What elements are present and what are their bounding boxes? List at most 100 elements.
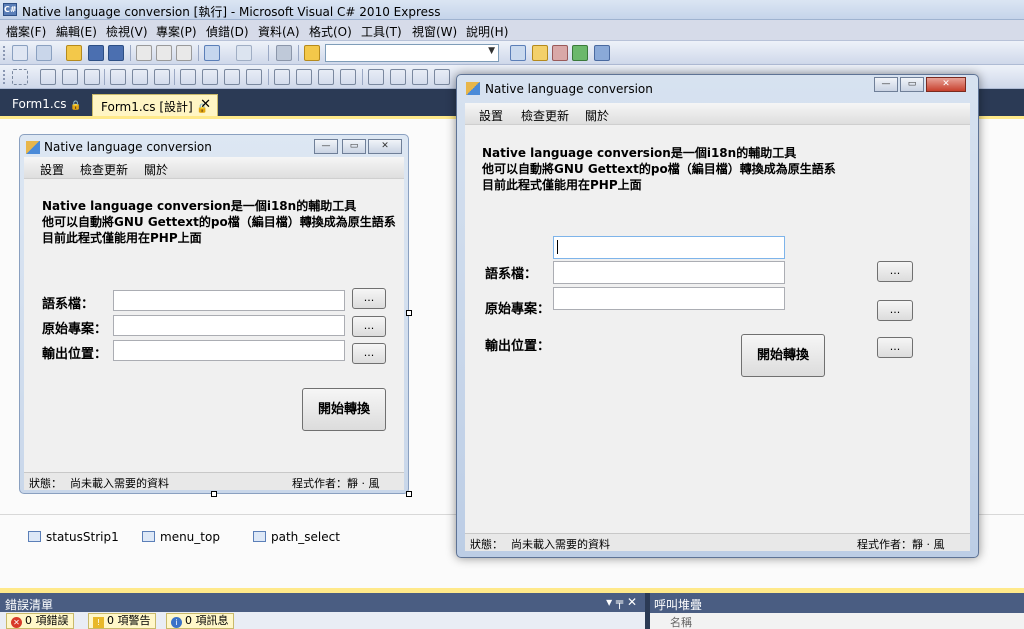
add-item-icon[interactable] bbox=[36, 45, 52, 61]
maximize-icon[interactable]: ▭ bbox=[900, 77, 924, 92]
align-tops-icon[interactable] bbox=[110, 69, 126, 85]
menu-format[interactable]: 格式(O) bbox=[309, 23, 352, 40]
solution-explorer-icon[interactable] bbox=[510, 45, 526, 61]
start-page-icon[interactable] bbox=[572, 45, 588, 61]
menu-settings[interactable]: 設置 bbox=[479, 107, 503, 124]
call-stack-title: 呼叫堆疊 bbox=[654, 598, 703, 612]
align-middles-icon[interactable] bbox=[132, 69, 148, 85]
minimize-icon[interactable]: — bbox=[314, 139, 338, 154]
lang-file-input[interactable] bbox=[113, 290, 345, 311]
warnings-filter-button[interactable]: ! 0 項警告 bbox=[88, 613, 156, 629]
menu-file[interactable]: 檔案(F) bbox=[6, 23, 46, 40]
new-project-icon[interactable] bbox=[12, 45, 28, 61]
align-lefts-icon[interactable] bbox=[40, 69, 56, 85]
tray-item-path-select[interactable]: path_select bbox=[253, 530, 340, 544]
messages-filter-button[interactable]: i0 項訊息 bbox=[166, 613, 234, 629]
align-to-grid-icon[interactable] bbox=[12, 69, 28, 85]
start-conversion-button[interactable]: 開始轉換 bbox=[302, 388, 386, 431]
resize-handle[interactable] bbox=[211, 491, 217, 497]
tray-item-menu-top[interactable]: menu_top bbox=[142, 530, 220, 544]
save-icon[interactable] bbox=[88, 45, 104, 61]
column-name[interactable]: 名稱 bbox=[670, 614, 692, 629]
start-debugging-icon[interactable] bbox=[276, 45, 292, 61]
vertical-spacing-icon[interactable] bbox=[368, 69, 384, 85]
menu-check-update[interactable]: 檢查更新 bbox=[80, 161, 128, 178]
toolbar-grip[interactable] bbox=[3, 46, 6, 60]
running-form-window[interactable]: Native language conversion — ▭ ✕ 設置 檢查更新… bbox=[456, 74, 979, 558]
minimize-icon[interactable]: — bbox=[874, 77, 898, 92]
source-project-input[interactable] bbox=[553, 287, 785, 310]
browse-output-location-button[interactable]: ... bbox=[877, 337, 913, 358]
decrease-vertical-spacing-icon[interactable] bbox=[412, 69, 428, 85]
size-to-grid-icon[interactable] bbox=[246, 69, 262, 85]
menu-debug[interactable]: 偵錯(D) bbox=[206, 23, 249, 40]
make-same-height-icon[interactable] bbox=[202, 69, 218, 85]
close-icon[interactable]: ✕ bbox=[368, 139, 402, 154]
increase-vertical-spacing-icon[interactable] bbox=[390, 69, 406, 85]
browse-output-location-button[interactable]: ... bbox=[352, 343, 386, 364]
panel-pin-icon[interactable]: ▾ ╤ ✕ bbox=[606, 595, 637, 609]
find-combo-box[interactable]: ▼ bbox=[325, 44, 499, 62]
cut-icon[interactable] bbox=[136, 45, 152, 61]
menu-project[interactable]: 專案(P) bbox=[156, 23, 197, 40]
menu-data[interactable]: 資料(A) bbox=[258, 23, 300, 40]
align-bottoms-icon[interactable] bbox=[154, 69, 170, 85]
close-tab-icon[interactable]: ✕ bbox=[200, 97, 211, 112]
make-same-width-icon[interactable] bbox=[180, 69, 196, 85]
menu-view[interactable]: 檢視(V) bbox=[106, 23, 148, 40]
lang-file-input[interactable] bbox=[553, 261, 785, 284]
resize-handle[interactable] bbox=[406, 310, 412, 316]
close-icon[interactable]: ✕ bbox=[926, 77, 966, 92]
increase-spacing-icon[interactable] bbox=[296, 69, 312, 85]
redo-icon[interactable] bbox=[236, 45, 252, 61]
menu-edit[interactable]: 編輯(E) bbox=[56, 23, 97, 40]
focused-input[interactable] bbox=[553, 236, 785, 259]
menu-about[interactable]: 關於 bbox=[144, 161, 168, 178]
design-form-window[interactable]: Native language conversion — ▭ ✕ 設置 檢查更新… bbox=[19, 134, 409, 494]
align-rights-icon[interactable] bbox=[84, 69, 100, 85]
chevron-down-icon[interactable]: ▼ bbox=[488, 46, 495, 56]
browse-source-project-button[interactable]: ... bbox=[877, 300, 913, 321]
author-label: 程式作者：靜 · 風 bbox=[857, 538, 945, 551]
paste-icon[interactable] bbox=[176, 45, 192, 61]
status-value: 尚未載入需要的資料 bbox=[511, 538, 610, 551]
copy-icon[interactable] bbox=[156, 45, 172, 61]
open-folder-icon[interactable] bbox=[66, 45, 82, 61]
toolbar-separator bbox=[268, 45, 269, 61]
menu-tools[interactable]: 工具(T) bbox=[361, 23, 402, 40]
toolbox-icon[interactable] bbox=[552, 45, 568, 61]
description-line: 目前此程式僅能用在PHP上面 bbox=[42, 231, 202, 245]
undo-icon[interactable] bbox=[204, 45, 220, 61]
horizontal-spacing-icon[interactable] bbox=[274, 69, 290, 85]
menu-help[interactable]: 說明(H) bbox=[466, 23, 508, 40]
menu-about[interactable]: 關於 bbox=[585, 107, 609, 124]
align-centers-icon[interactable] bbox=[62, 69, 78, 85]
decrease-spacing-icon[interactable] bbox=[318, 69, 334, 85]
extension-manager-icon[interactable] bbox=[594, 45, 610, 61]
menu-window[interactable]: 視窗(W) bbox=[412, 23, 457, 40]
remove-vertical-spacing-icon[interactable] bbox=[434, 69, 450, 85]
resize-handle[interactable] bbox=[406, 491, 412, 497]
start-conversion-button[interactable]: 開始轉換 bbox=[741, 334, 825, 377]
maximize-icon[interactable]: ▭ bbox=[342, 139, 366, 154]
source-project-input[interactable] bbox=[113, 315, 345, 336]
statusstrip-icon bbox=[28, 531, 41, 542]
browse-source-project-button[interactable]: ... bbox=[352, 316, 386, 337]
tab-form1-code[interactable]: Form1.cs 🔒 bbox=[4, 94, 86, 116]
errors-filter-button[interactable]: ✕ 0 項錯誤 bbox=[6, 613, 74, 629]
browse-lang-file-button[interactable]: ... bbox=[352, 288, 386, 309]
status-strip: 狀態： 尚未載入需要的資料 程式作者：靜 · 風 bbox=[24, 472, 404, 490]
tab-form1-design[interactable]: Form1.cs [設計] 🔒 ✕ bbox=[92, 94, 218, 116]
remove-spacing-icon[interactable] bbox=[340, 69, 356, 85]
make-same-size-icon[interactable] bbox=[224, 69, 240, 85]
save-all-icon[interactable] bbox=[108, 45, 124, 61]
properties-icon[interactable] bbox=[532, 45, 548, 61]
menu-check-update[interactable]: 檢查更新 bbox=[521, 107, 569, 124]
output-location-input[interactable] bbox=[113, 340, 345, 361]
menu-settings[interactable]: 設置 bbox=[40, 161, 64, 178]
form-client-area: 設置 檢查更新 關於 Native language conversion是一個… bbox=[465, 103, 970, 551]
browse-lang-file-button[interactable]: ... bbox=[877, 261, 913, 282]
find-in-files-icon[interactable] bbox=[304, 45, 320, 61]
toolbar-grip[interactable] bbox=[3, 70, 6, 84]
tray-item-statusstrip[interactable]: statusStrip1 bbox=[28, 530, 119, 544]
